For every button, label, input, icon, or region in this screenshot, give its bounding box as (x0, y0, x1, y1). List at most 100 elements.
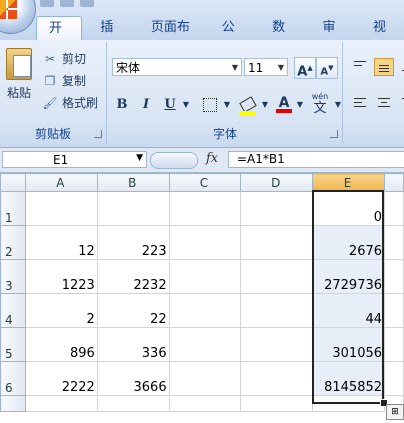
phonetic-guide-button[interactable]: wén 文 (306, 90, 334, 120)
cell-e3[interactable]: 2729736 (312, 259, 386, 294)
align-top-icon[interactable] (350, 58, 370, 76)
undo-icon[interactable] (60, 0, 74, 7)
tab-formulas[interactable]: 公式 (210, 16, 254, 59)
column-header-b[interactable]: B (96, 173, 170, 192)
grow-font-button[interactable]: A▲ (294, 57, 316, 79)
cell-a2[interactable]: 12 (24, 225, 98, 260)
row-header[interactable]: 1 (0, 191, 26, 226)
cell-e4[interactable]: 44 (312, 293, 386, 328)
cell-b4[interactable]: 22 (96, 293, 170, 328)
cell-f4[interactable] (384, 293, 404, 328)
cell-e6[interactable]: 8145852 (312, 361, 386, 396)
cell-b6[interactable]: 3666 (96, 361, 170, 396)
auto-fill-options-icon[interactable]: ⊞ (386, 404, 404, 420)
cell-f3[interactable] (384, 259, 404, 294)
row-header[interactable]: 2 (0, 225, 26, 260)
cell-f5[interactable] (384, 327, 404, 362)
tab-insert[interactable]: 插入 (88, 16, 132, 59)
column-header-d[interactable]: D (240, 173, 314, 192)
cell-d6[interactable] (240, 361, 314, 396)
row-header[interactable]: 3 (0, 259, 26, 294)
cell-a1[interactable] (24, 191, 98, 226)
fill-color-button[interactable] (236, 94, 260, 116)
cell-a3[interactable]: 1223 (24, 259, 98, 294)
row-header[interactable]: 5 (0, 327, 26, 362)
cell-f6[interactable] (384, 361, 404, 396)
shrink-font-button[interactable]: A▼ (316, 57, 338, 79)
copy-button[interactable]: ❐ 复制 (42, 72, 86, 89)
formula-input[interactable]: =A1*B1 (228, 151, 404, 168)
column-header-a[interactable]: A (24, 173, 98, 192)
cell-d1[interactable] (240, 191, 314, 226)
fill-color-dropdown-chevron-icon[interactable]: ▼ (259, 94, 271, 116)
italic-button[interactable]: I (136, 94, 156, 116)
underline-dropdown-chevron-icon[interactable]: ▼ (180, 94, 192, 116)
font-color-button[interactable]: A (272, 92, 296, 114)
cell-d3[interactable] (240, 259, 314, 294)
column-header-e[interactable]: E (312, 173, 386, 192)
align-middle-icon[interactable] (374, 58, 394, 76)
tab-page-layout[interactable]: 页面布局 (139, 16, 204, 59)
cell-b5[interactable]: 336 (96, 327, 170, 362)
select-all-corner[interactable] (0, 173, 26, 192)
row-header[interactable] (0, 395, 26, 412)
row-header[interactable]: 6 (0, 361, 26, 396)
clipboard-dialog-launcher-icon[interactable] (94, 130, 102, 138)
borders-dropdown-chevron-icon[interactable]: ▼ (221, 94, 233, 116)
cell-e1[interactable]: 0 (312, 191, 386, 226)
align-bottom-icon[interactable] (398, 58, 404, 76)
cell-e5[interactable]: 301056 (312, 327, 386, 362)
ribbon-tabs: 开始 插入 页面布局 公式 数据 审阅 视 (36, 16, 404, 60)
redo-icon[interactable] (80, 0, 94, 7)
borders-button[interactable] (198, 94, 222, 116)
tab-data[interactable]: 数据 (260, 16, 304, 59)
cell-c6[interactable] (168, 361, 242, 396)
cell-d2[interactable] (240, 225, 314, 260)
cell-b1[interactable] (96, 191, 170, 226)
cell-a7[interactable] (24, 395, 98, 412)
font-color-dropdown-chevron-icon[interactable]: ▼ (294, 94, 306, 116)
cell-c3[interactable] (168, 259, 242, 294)
cell-f2[interactable] (384, 225, 404, 260)
cell-b7[interactable] (96, 395, 170, 412)
cell-c7[interactable] (168, 395, 242, 412)
cell-c5[interactable] (168, 327, 242, 362)
cell-d7[interactable] (240, 395, 314, 412)
font-size-select[interactable]: 11 ▼ (244, 58, 288, 76)
cell-a4[interactable]: 2 (24, 293, 98, 328)
office-button[interactable] (0, 0, 36, 34)
bold-button[interactable]: B (112, 94, 132, 116)
insert-function-icon[interactable]: fx (206, 151, 218, 166)
column-header-f[interactable] (384, 173, 404, 192)
cell-f1[interactable] (384, 191, 404, 226)
tab-home[interactable]: 开始 (36, 16, 83, 60)
tab-review[interactable]: 审阅 (311, 16, 355, 59)
cut-button[interactable]: ✂ 剪切 (42, 50, 86, 67)
cell-a5[interactable]: 896 (24, 327, 98, 362)
formula-bar-splitter[interactable] (150, 152, 198, 169)
cell-d5[interactable] (240, 327, 314, 362)
paste-button[interactable]: 粘贴 (4, 48, 34, 101)
cell-b2[interactable]: 223 (96, 225, 170, 260)
underline-button[interactable]: U (160, 94, 180, 116)
font-name-select[interactable]: 宋体 ▼ (112, 58, 242, 76)
row-header[interactable]: 4 (0, 293, 26, 328)
phonetic-dropdown-chevron-icon[interactable]: ▼ (332, 94, 344, 116)
cell-e7[interactable] (312, 395, 386, 412)
align-left-icon[interactable] (350, 94, 370, 112)
cell-c2[interactable] (168, 225, 242, 260)
cell-b3[interactable]: 2232 (96, 259, 170, 294)
cell-e2[interactable]: 2676 (312, 225, 386, 260)
save-icon[interactable] (40, 0, 54, 7)
font-dialog-launcher-icon[interactable] (330, 130, 338, 138)
cell-c1[interactable] (168, 191, 242, 226)
name-box[interactable]: E1 ▼ (2, 151, 147, 168)
cell-a6[interactable]: 2222 (24, 361, 98, 396)
cell-c4[interactable] (168, 293, 242, 328)
column-header-c[interactable]: C (168, 173, 242, 192)
align-center-icon[interactable] (374, 94, 394, 112)
align-right-icon[interactable] (398, 94, 404, 112)
cell-d4[interactable] (240, 293, 314, 328)
tab-view[interactable]: 视 (361, 16, 398, 40)
format-painter-button[interactable]: 🖌 格式刷 (42, 94, 98, 111)
